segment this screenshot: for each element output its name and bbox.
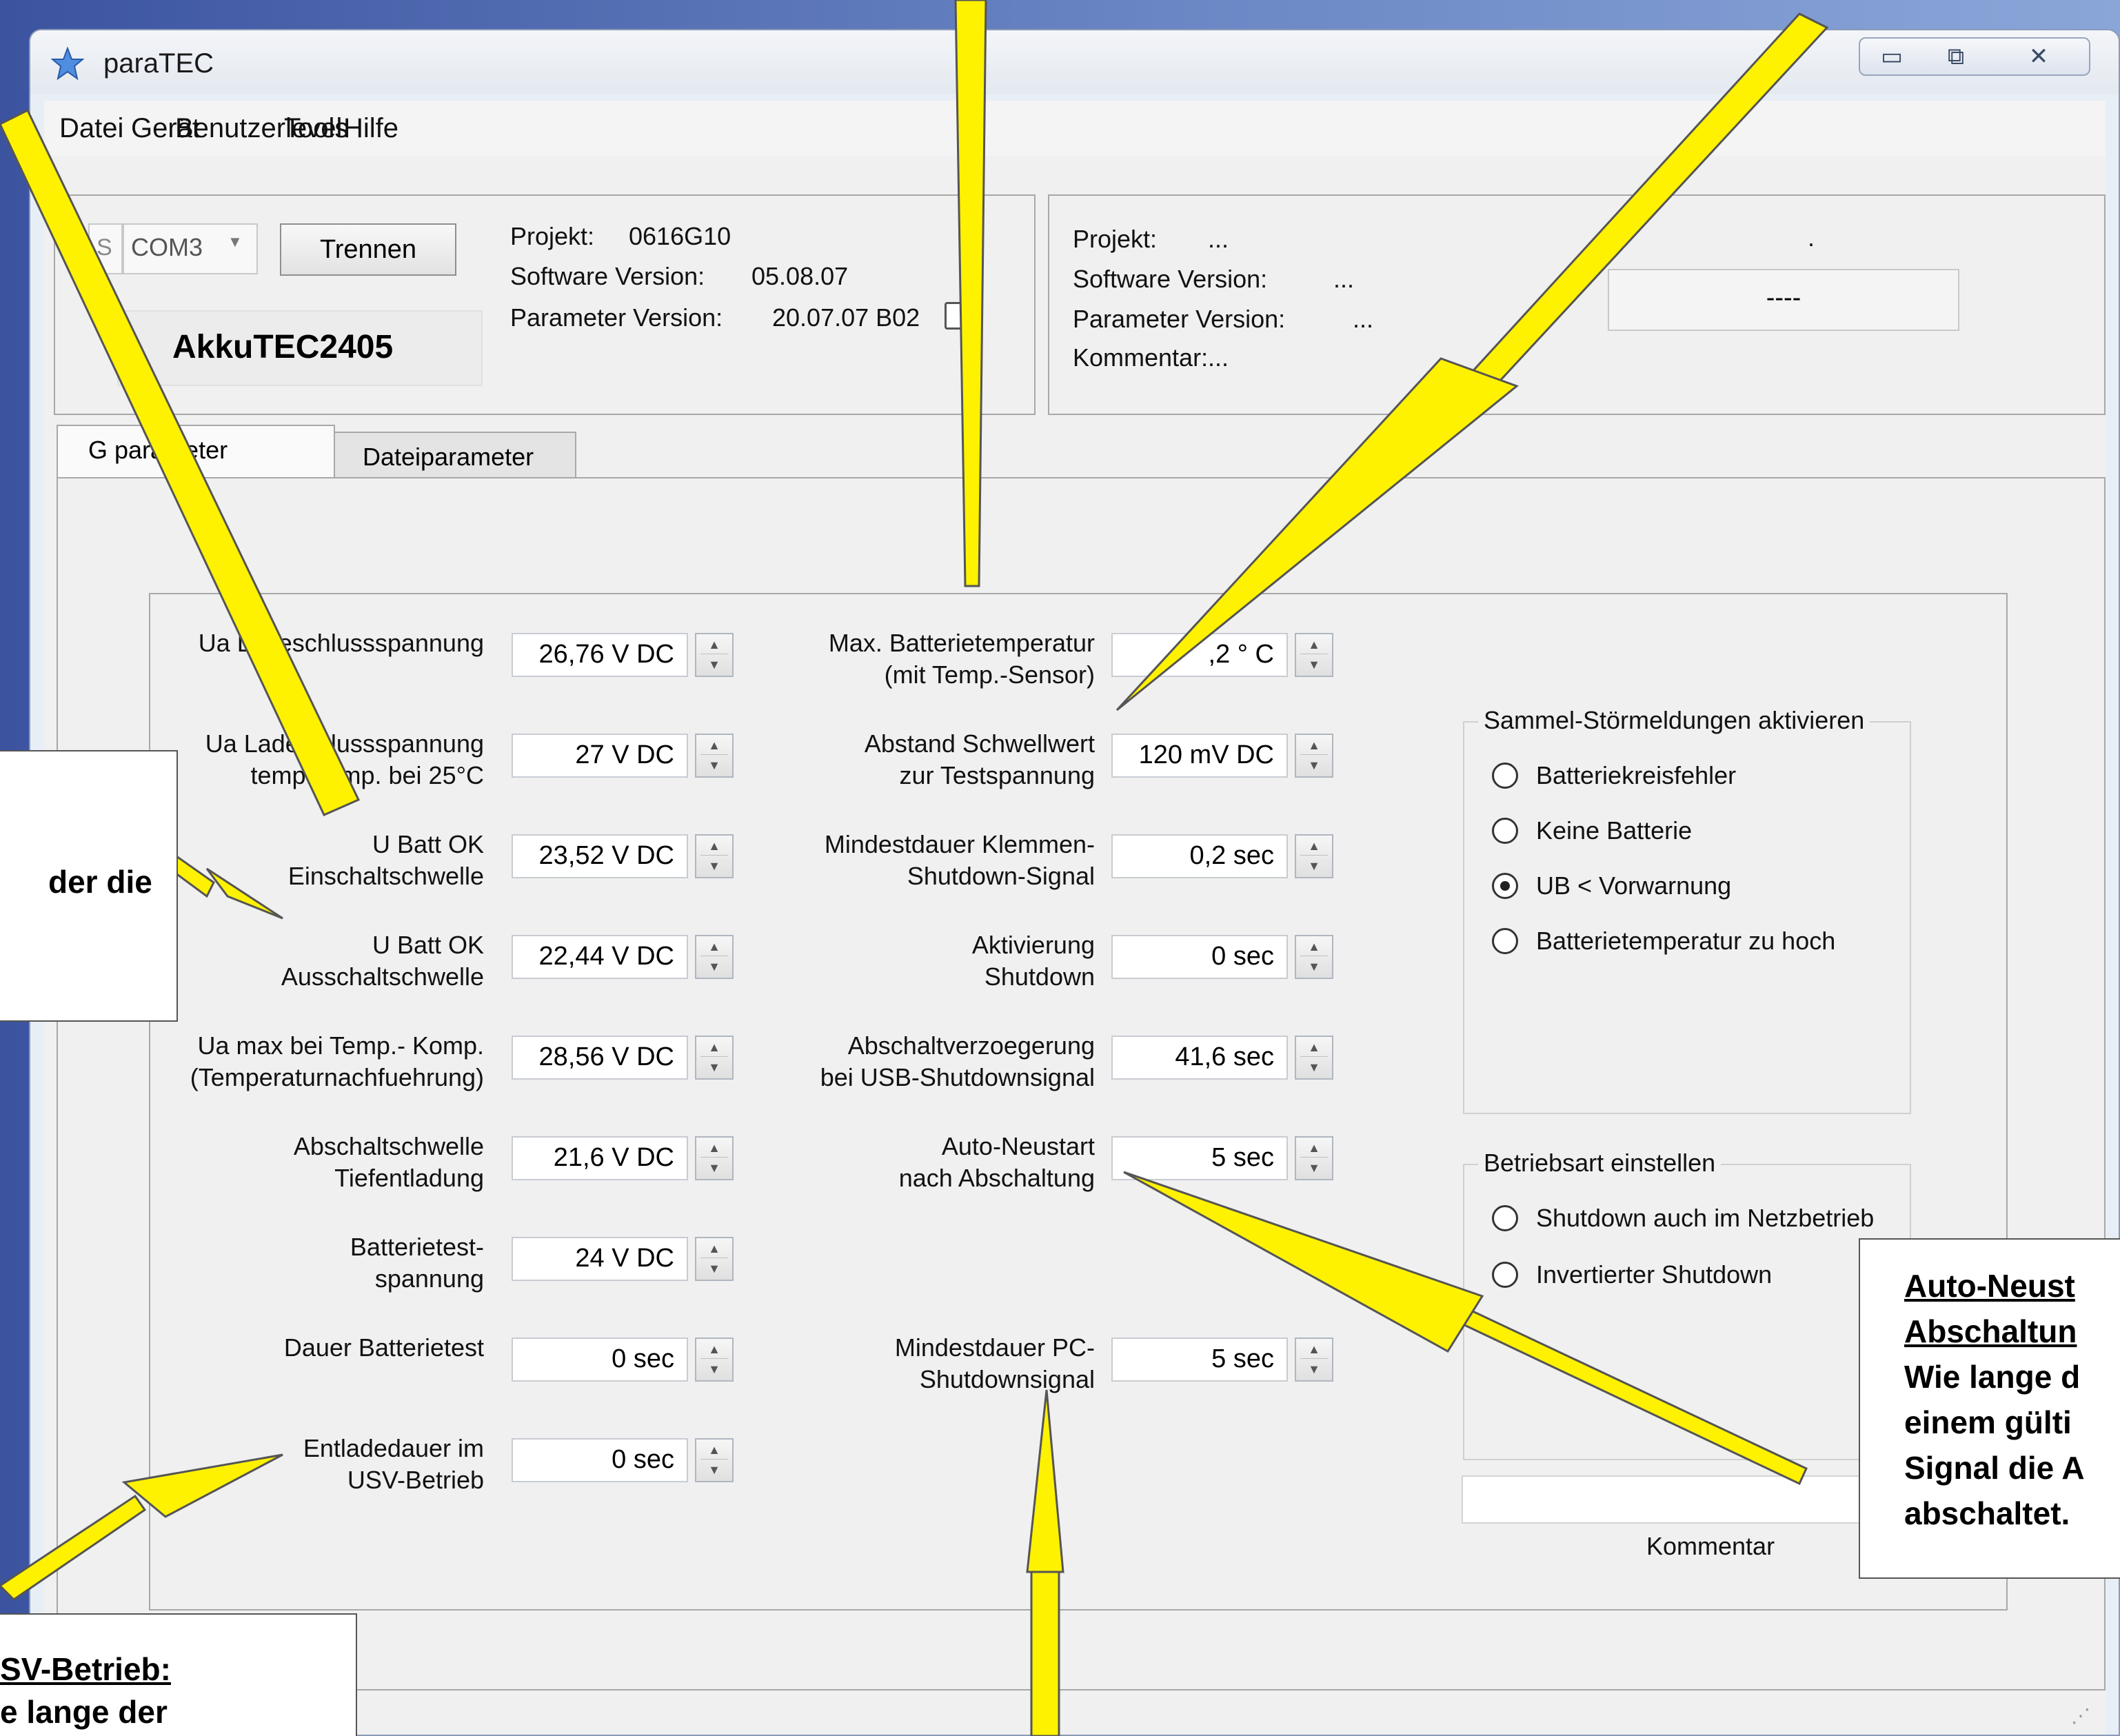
arrow-bottom-right [1460,1309,1808,1486]
callout-right-title2: Abschaltun [1904,1313,2077,1349]
arrow-top-right [1460,12,1829,402]
arrow-bottom-center-head [1026,1389,1064,1573]
arrow-bottom-center [1030,1571,1060,1736]
arrow-top-center [954,0,987,587]
callout-bottom-left-title: SV-Betrieb: [0,1651,171,1687]
arrow-bottom-right-head [1123,1171,1484,1353]
callout-right-line4: abschaltet. [1904,1495,2070,1531]
callout-right-line3: Signal die A [1904,1450,2085,1486]
annotation-arrows [0,0,1829,1736]
callout-bottom-left: SV-Betrieb: e lange der [0,1613,357,1736]
callout-right-title1: Auto-Neust [1904,1268,2075,1304]
callout-right: Auto-Neust Abschaltun Wie lange d einem … [1859,1238,2120,1579]
callout-left-mid: der die [0,750,178,1022]
arrow-left-mid-head [205,867,283,920]
arrow-bottom-left-head [121,1453,283,1518]
callout-left-mid-text: der die [48,864,152,900]
arrow-bottom-left [0,1494,147,1601]
callout-right-line1: Wie lange d [1904,1359,2081,1395]
arrow-top-left [0,108,361,816]
arrow-top-right-head [1115,357,1520,711]
callout-bottom-left-body: e lange der [0,1694,168,1730]
callout-right-line2: einem gülti [1904,1404,2072,1440]
